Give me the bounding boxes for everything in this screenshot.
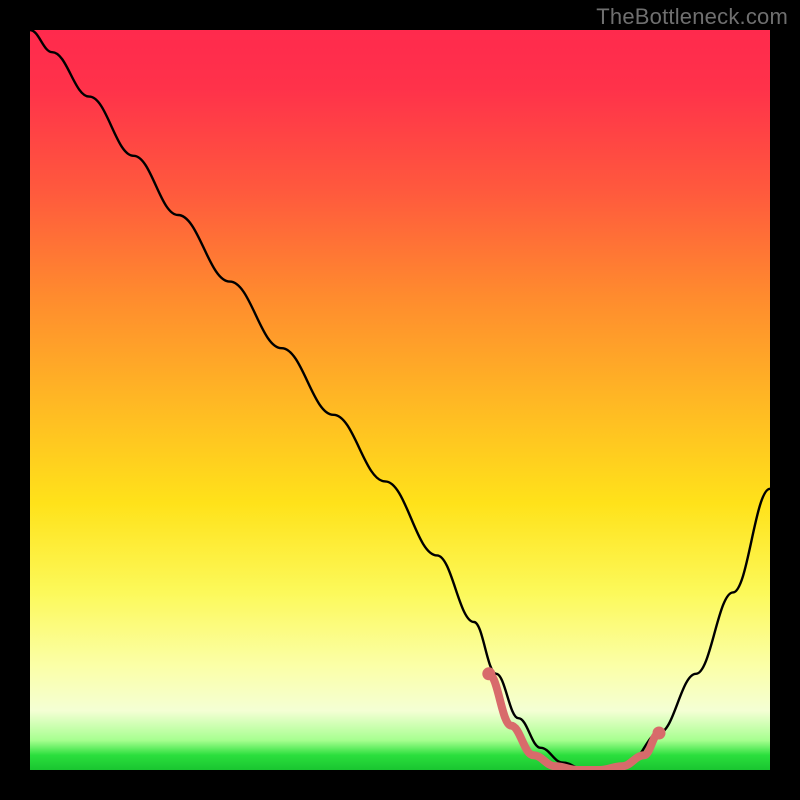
bottleneck-curve (30, 30, 770, 770)
chart-frame: TheBottleneck.com (0, 0, 800, 800)
marker-dot (482, 667, 495, 680)
marker-segment (489, 674, 659, 770)
marker-dot (653, 727, 666, 740)
plot-area (30, 30, 770, 770)
curve-layer (30, 30, 770, 770)
watermark-text: TheBottleneck.com (596, 4, 788, 30)
